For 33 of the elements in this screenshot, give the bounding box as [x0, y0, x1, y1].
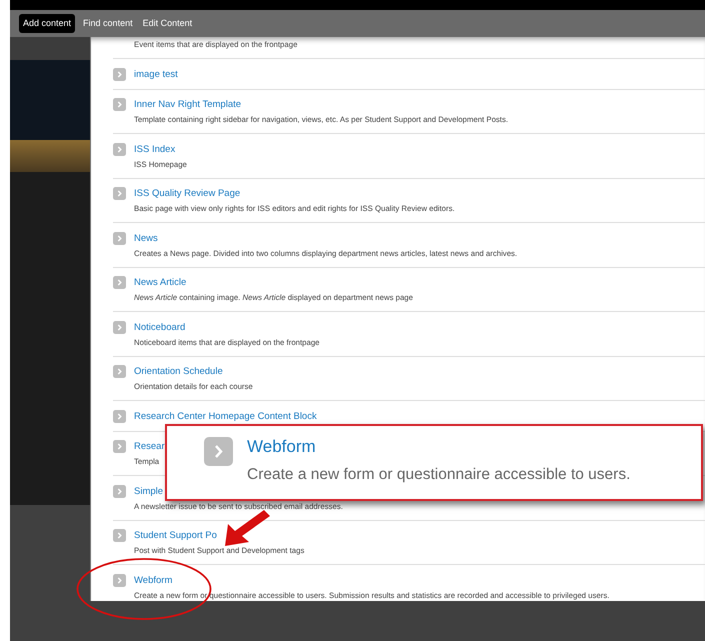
- content-type-link[interactable]: Student Support Po: [134, 529, 217, 542]
- toolbar-link[interactable]: Edit Content: [140, 14, 194, 34]
- chevron-icon: [113, 529, 126, 542]
- chevron-icon: [113, 365, 126, 378]
- chevron-icon: [113, 276, 126, 289]
- chevron-icon: [113, 187, 126, 200]
- content-type-link[interactable]: Resear: [134, 440, 165, 453]
- chevron-icon: [113, 320, 126, 334]
- callout-title[interactable]: Webform: [247, 437, 630, 457]
- content-type-link[interactable]: Webform: [134, 574, 172, 586]
- chevron-icon: [204, 437, 233, 466]
- callout-description: Create a new form or questionnaire accessible to users.: [247, 466, 630, 484]
- content-type-link[interactable]: ISS Index: [134, 142, 176, 156]
- chevron-icon: [113, 410, 126, 422]
- pointer-arrow: [222, 510, 270, 547]
- content-type-link[interactable]: image test: [134, 68, 178, 80]
- chevron-icon: [113, 142, 126, 156]
- chevron-icon: [113, 574, 126, 586]
- content-type-link[interactable]: News Article: [134, 276, 186, 289]
- chevron-icon: [113, 98, 126, 111]
- content-type-link[interactable]: Research Center Homepage Content Block: [134, 410, 317, 422]
- content-type-link[interactable]: ISS Quality Review Page: [134, 187, 240, 200]
- content-type-link[interactable]: Inner Nav Right Template: [134, 98, 242, 111]
- toolbar-link[interactable]: Add content: [19, 14, 76, 34]
- chevron-icon: [113, 232, 126, 244]
- content-type-link[interactable]: News: [134, 232, 158, 244]
- chevron-icon: [113, 440, 126, 453]
- chevron-icon: [113, 68, 126, 80]
- content-type-link[interactable]: Orientation Schedule: [134, 365, 223, 378]
- content-type-link[interactable]: Simple: [134, 484, 164, 498]
- toolbar-link[interactable]: Find content: [81, 14, 135, 34]
- content-type-link[interactable]: Noticeboard: [134, 320, 186, 334]
- chevron-icon: [113, 484, 126, 498]
